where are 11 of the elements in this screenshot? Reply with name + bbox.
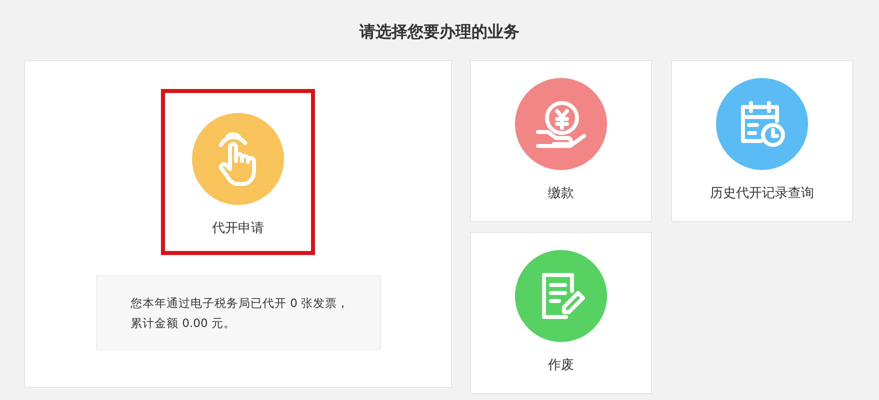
page-heading: 请选择您要办理的业务 [358, 21, 520, 43]
invoice-summary-note: 您本年通过电子税务局已代开 0 张发票，累计金额 0.00 元。 [96, 275, 380, 350]
service-label: 代开申请 [212, 220, 264, 238]
service-card[interactable]: 代开申请 您本年通过电子税务局已代开 0 张发票，累计金额 0.00 元。 [24, 60, 452, 388]
coin-hand-icon [534, 98, 588, 150]
service-label: 历史代开记录查询 [710, 185, 814, 204]
service-card[interactable]: 历史代开记录查询 [671, 60, 853, 222]
service-card[interactable]: 缴款 [470, 60, 652, 222]
service-label: 作废 [548, 357, 574, 376]
service-card[interactable]: 作废 [470, 232, 652, 394]
service-label: 缴款 [548, 185, 574, 204]
